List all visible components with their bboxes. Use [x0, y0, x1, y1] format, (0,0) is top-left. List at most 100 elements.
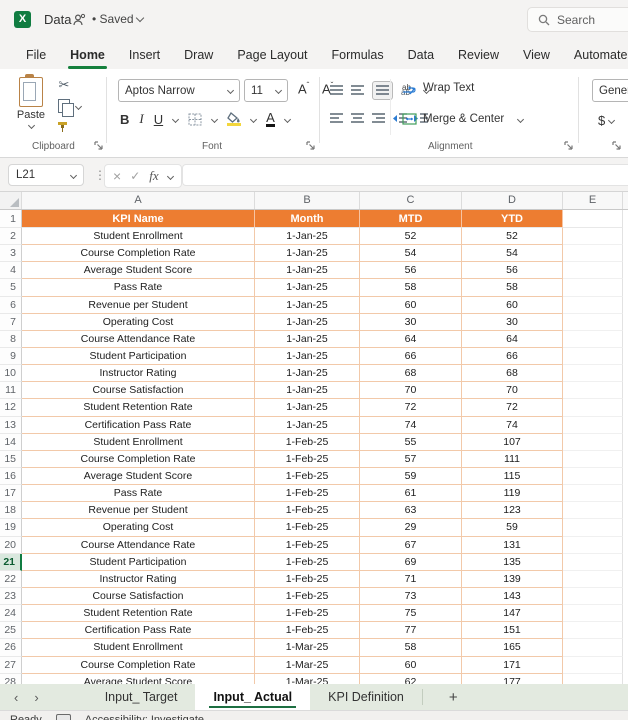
- row-number[interactable]: 2: [0, 228, 22, 246]
- cell-ytd[interactable]: 70: [462, 382, 563, 400]
- sheet-nav-left-icon[interactable]: ‹: [14, 690, 18, 705]
- cell-month[interactable]: 1-Feb-25: [255, 570, 360, 588]
- cell-empty[interactable]: [563, 296, 623, 314]
- cell-kpi-name[interactable]: Course Completion Rate: [22, 656, 255, 674]
- cell-empty[interactable]: [563, 450, 623, 468]
- row-number[interactable]: 18: [0, 502, 22, 520]
- row-number[interactable]: 17: [0, 485, 22, 503]
- cell-ytd[interactable]: 115: [462, 467, 563, 486]
- align-right-icon[interactable]: [372, 113, 385, 124]
- cell-kpi-name[interactable]: Student Participation: [22, 347, 255, 366]
- row-number[interactable]: 10: [0, 365, 22, 383]
- row-number[interactable]: 3: [0, 245, 22, 263]
- excel-logo-icon[interactable]: X: [14, 11, 31, 28]
- cell-empty[interactable]: [563, 279, 623, 297]
- tab-insert[interactable]: Insert: [117, 43, 172, 67]
- column-header-a[interactable]: A: [22, 192, 255, 209]
- sheet-tab-input-actual[interactable]: Input_ Actual: [195, 684, 311, 710]
- row-number[interactable]: 16: [0, 467, 22, 486]
- cell-empty[interactable]: [563, 622, 623, 640]
- cell-empty[interactable]: [563, 347, 623, 366]
- cell-empty[interactable]: [563, 553, 623, 571]
- cell-mtd[interactable]: 72: [360, 399, 462, 417]
- cell-kpi-name[interactable]: Course Completion Rate: [22, 245, 255, 263]
- cell-ytd[interactable]: 143: [462, 587, 563, 606]
- copy-icon[interactable]: [58, 99, 74, 117]
- align-top-icon[interactable]: [330, 85, 343, 96]
- cell-mtd[interactable]: 60: [360, 296, 462, 314]
- cell-kpi-name[interactable]: Student Enrollment: [22, 639, 255, 657]
- cell-ytd[interactable]: 119: [462, 485, 563, 503]
- cell-month[interactable]: 1-Jan-25: [255, 313, 360, 331]
- cell-kpi-name[interactable]: Course Attendance Rate: [22, 330, 255, 348]
- cell-ytd[interactable]: 52: [462, 228, 563, 246]
- font-name-select[interactable]: Aptos Narrow: [118, 79, 240, 102]
- row-number[interactable]: 25: [0, 622, 22, 640]
- row-number[interactable]: 19: [0, 519, 22, 537]
- tab-review[interactable]: Review: [446, 43, 511, 67]
- cell-kpi-name[interactable]: Certification Pass Rate: [22, 622, 255, 640]
- tab-formulas[interactable]: Formulas: [320, 43, 396, 67]
- row-number[interactable]: 4: [0, 262, 22, 280]
- cell-empty[interactable]: [563, 399, 623, 417]
- cell-mtd[interactable]: 56: [360, 262, 462, 280]
- cell-empty[interactable]: [563, 485, 623, 503]
- cell-month[interactable]: 1-Mar-25: [255, 673, 360, 684]
- cell-month[interactable]: 1-Mar-25: [255, 639, 360, 657]
- cell-ytd[interactable]: 58: [462, 279, 563, 297]
- cell-ytd[interactable]: 54: [462, 245, 563, 263]
- column-header-c[interactable]: C: [360, 192, 462, 209]
- row-number[interactable]: 7: [0, 313, 22, 331]
- cell-kpi-name[interactable]: Instructor Rating: [22, 365, 255, 383]
- cell-mtd[interactable]: 70: [360, 382, 462, 400]
- cell-mtd[interactable]: 54: [360, 245, 462, 263]
- cell-mtd[interactable]: 69: [360, 553, 462, 571]
- column-header-d[interactable]: D: [462, 192, 563, 209]
- cell-empty[interactable]: [563, 416, 623, 434]
- row-number[interactable]: 26: [0, 639, 22, 657]
- save-status[interactable]: • Saved: [92, 12, 145, 26]
- borders-icon[interactable]: [188, 113, 202, 126]
- cell-ytd[interactable]: 135: [462, 553, 563, 571]
- cell-month[interactable]: 1-Feb-25: [255, 467, 360, 486]
- row-number[interactable]: 27: [0, 656, 22, 674]
- insert-function-icon[interactable]: fx: [149, 168, 158, 184]
- row-number[interactable]: 1: [0, 210, 22, 228]
- cell-mtd[interactable]: 71: [360, 570, 462, 588]
- cell-empty[interactable]: [563, 467, 623, 486]
- font-dialog-launcher-icon[interactable]: [306, 141, 316, 151]
- cell-month[interactable]: 1-Jan-25: [255, 296, 360, 314]
- row-number[interactable]: 11: [0, 382, 22, 400]
- sheet-nav-right-icon[interactable]: ›: [34, 690, 38, 705]
- italic-button[interactable]: I: [139, 111, 143, 127]
- number-dialog-launcher-icon[interactable]: [612, 141, 622, 151]
- header-cell-mtd[interactable]: MTD: [360, 210, 462, 228]
- cell-mtd[interactable]: 58: [360, 639, 462, 657]
- row-number[interactable]: 24: [0, 605, 22, 623]
- row-number[interactable]: 21: [0, 553, 22, 571]
- fill-color-icon[interactable]: [227, 112, 242, 126]
- cell-empty[interactable]: [563, 519, 623, 537]
- cell-empty[interactable]: [563, 262, 623, 280]
- header-cell-kpi-name[interactable]: KPI Name: [22, 210, 255, 228]
- cell-ytd[interactable]: 107: [462, 433, 563, 451]
- cell-month[interactable]: 1-Feb-25: [255, 433, 360, 451]
- cell-empty[interactable]: [563, 656, 623, 674]
- cell-kpi-name[interactable]: Average Student Score: [22, 673, 255, 684]
- cell-mtd[interactable]: 67: [360, 536, 462, 554]
- header-cell-ytd[interactable]: YTD: [462, 210, 563, 228]
- tab-view[interactable]: View: [511, 43, 562, 67]
- row-number[interactable]: 15: [0, 450, 22, 468]
- cell-mtd[interactable]: 58: [360, 279, 462, 297]
- font-color-icon[interactable]: A: [266, 111, 275, 127]
- cell-kpi-name[interactable]: Course Satisfaction: [22, 587, 255, 606]
- cell-empty[interactable]: [563, 673, 623, 684]
- formula-input[interactable]: [182, 164, 628, 186]
- cell-month[interactable]: 1-Jan-25: [255, 245, 360, 263]
- cell-empty[interactable]: [563, 605, 623, 623]
- cell-month[interactable]: 1-Feb-25: [255, 587, 360, 606]
- cell-mtd[interactable]: 63: [360, 502, 462, 520]
- cell-month[interactable]: 1-Feb-25: [255, 605, 360, 623]
- cell-mtd[interactable]: 57: [360, 450, 462, 468]
- wrap-text-button[interactable]: ab Wrap Text: [402, 82, 474, 94]
